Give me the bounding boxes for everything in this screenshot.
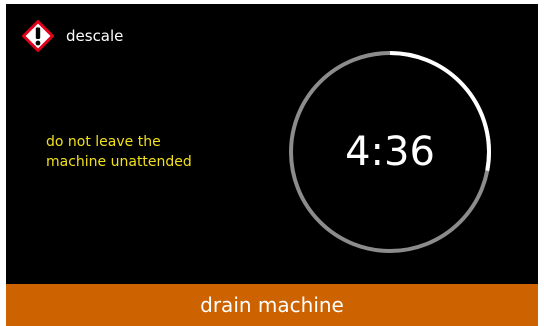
warning-line: do not leave the: [46, 134, 161, 150]
timer-remaining: 4:36: [345, 129, 435, 175]
unattended-warning: do not leave the machine unattended: [46, 132, 266, 172]
drain-machine-button[interactable]: drain machine: [6, 284, 538, 326]
header: descale: [22, 20, 123, 52]
machine-display: descale do not leave the machine unatten…: [6, 4, 538, 326]
warning-diamond-icon: [22, 20, 54, 52]
page-title: descale: [66, 26, 124, 45]
warning-line: machine unattended: [46, 154, 192, 170]
